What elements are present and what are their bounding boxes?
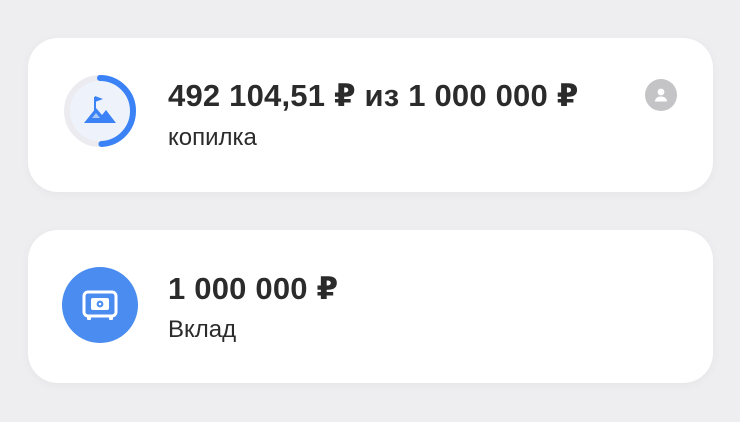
deposit-amount: 1 000 000 ₽ bbox=[168, 271, 339, 306]
savings-label: копилка bbox=[168, 124, 257, 151]
deposit-label: Вклад bbox=[168, 316, 237, 343]
deposit-icon-badge bbox=[62, 267, 138, 343]
deposit-card[interactable]: 1 000 000 ₽ Вклад bbox=[28, 230, 713, 383]
shared-person-button[interactable] bbox=[645, 79, 677, 111]
savings-card[interactable]: 492 104,51 ₽ из 1 000 000 ₽ копилка bbox=[28, 38, 713, 192]
person-icon bbox=[654, 88, 668, 102]
savings-progress-ring bbox=[62, 73, 138, 149]
savings-amount: 492 104,51 ₽ из 1 000 000 ₽ bbox=[168, 78, 579, 113]
